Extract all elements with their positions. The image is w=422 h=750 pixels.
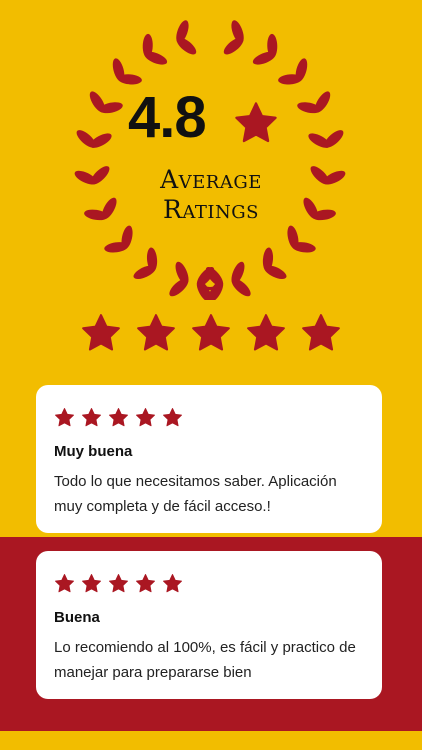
star-icon [109,408,128,427]
laurel-leaf [252,33,278,65]
average-ratings-label: Average Ratings [120,165,302,225]
laurel-leaf [84,197,117,221]
star-icon [163,574,182,593]
laurel-leaf [231,261,251,297]
laurel-leaf [104,225,133,253]
review-stars [54,407,364,427]
laurel-stem [199,283,221,290]
laurel-leaf [287,225,316,253]
star-icon [82,408,101,427]
laurel-leaf [262,247,287,280]
review-title: Buena [54,609,100,626]
laurel-leaf [297,91,331,114]
star-icon [247,314,285,351]
laurel-leaf [176,20,197,55]
laurel-leaf [169,261,189,297]
laurel-leaf [278,58,308,85]
star-icon [136,574,155,593]
star-icon [82,314,120,351]
star-icon [163,408,182,427]
laurel-leaf [310,166,346,185]
review-card: Buena Lo recomiendo al 100%, es fácil y … [36,551,382,699]
laurel-leaf [223,20,244,55]
star-icon [82,574,101,593]
average-label: Average [160,165,262,194]
laurel-leaf [142,33,168,65]
ratings-label: Ratings [163,195,259,224]
laurel-leaf [74,166,110,185]
laurel-leaf [308,130,344,148]
review-body: Lo recomiendo al 100%, es fácil y practi… [54,639,356,681]
laurel-leaf [76,130,112,148]
star-icon [109,574,128,593]
review-title: Muy buena [54,443,133,460]
laurel-leaf [89,91,123,114]
star-icon [55,574,74,593]
star-icon [55,408,74,427]
rating-star-icon [235,102,277,143]
laurel-leaf [133,247,158,280]
star-icon [192,314,230,351]
review-card: Muy buena Todo lo que necesitamos saber.… [36,385,382,533]
star-icon [302,314,340,351]
laurel-wreath-icon [74,20,346,300]
star-icon [136,408,155,427]
overall-stars [80,312,342,358]
rating-hero: 4.8 Average Ratings [0,0,422,310]
review-body: Todo lo que necesitamos saber. Aplicació… [54,473,337,515]
yellow-bottom-strip [0,731,422,750]
star-icon [137,314,175,351]
review-stars [54,573,364,593]
average-rating-value: 4.8 [128,85,207,150]
